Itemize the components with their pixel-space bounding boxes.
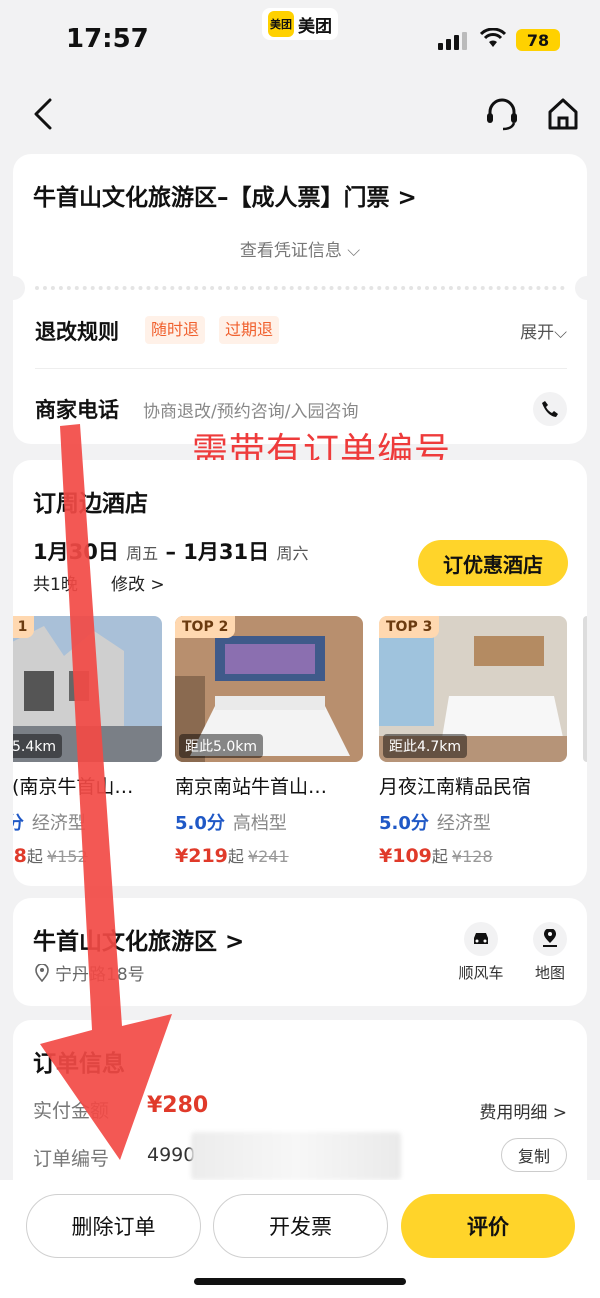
hotel-price: ¥219 bbox=[175, 845, 228, 867]
book-hotel-button[interactable]: 订优惠酒店 bbox=[418, 540, 568, 586]
price-unit: 起 bbox=[431, 847, 448, 866]
hotel-price: ¥138 bbox=[13, 845, 27, 867]
date-range[interactable]: 1月30日 周五 – 1月31日 周六 bbox=[33, 536, 308, 566]
ticket-divider bbox=[35, 286, 565, 290]
refund-tag: 随时退 bbox=[145, 316, 206, 344]
nights-count: 共1晚 bbox=[33, 575, 78, 595]
app-indicator: 美团 美团 bbox=[262, 8, 338, 40]
invoice-button[interactable]: 开发票 bbox=[213, 1194, 388, 1258]
divider bbox=[35, 368, 567, 369]
phone-icon bbox=[542, 401, 558, 417]
check-in-date: 1月30日 bbox=[33, 540, 119, 564]
hotel-type: 经济型 bbox=[31, 813, 86, 834]
wifi-icon bbox=[480, 28, 506, 47]
hotel-score: 5.0分 bbox=[175, 813, 225, 834]
place-title[interactable]: 牛首山文化旅游区 > bbox=[33, 922, 244, 956]
hotel-type: 高档型 bbox=[232, 813, 287, 834]
expand-rules-button[interactable]: 展开⌵ bbox=[520, 318, 567, 343]
hotel-rank-badge: TOP 1 bbox=[13, 616, 35, 638]
ticket-notch-left bbox=[1, 276, 25, 300]
place-card: 牛首山文化旅游区 > 宁丹路18号 顺风车 地图 bbox=[13, 898, 587, 1006]
ticket-notch-right bbox=[575, 276, 599, 300]
order-number-redacted bbox=[191, 1132, 401, 1180]
bottom-action-bar: 删除订单 开发票 评价 bbox=[0, 1180, 600, 1298]
map-icon bbox=[543, 929, 557, 947]
customer-service-icon[interactable] bbox=[484, 96, 520, 132]
hotel-item[interactable]: TOP 2 距此5.0km 南京南站牛首山… 5.0分 高档型 ¥219起 ¥241 bbox=[175, 616, 363, 867]
hotel-name: 月夜江南精品民宿 bbox=[379, 776, 532, 798]
signal-icon bbox=[438, 32, 467, 50]
home-icon[interactable] bbox=[546, 96, 580, 132]
hotel-distance: 距此5.4km bbox=[13, 734, 63, 758]
address-text: 宁丹路18号 bbox=[55, 965, 145, 985]
merchant-phone-label: 商家电话 bbox=[35, 398, 119, 422]
check-out-date: 1月31日 bbox=[183, 540, 270, 564]
home-indicator bbox=[194, 1278, 406, 1285]
hotel-item[interactable]: TOP 3 距此4.7km 月夜江南精品民宿 5.0分 经济型 ¥109起 ¥128 bbox=[379, 616, 567, 867]
hotel-name: 南京南站牛首山… bbox=[175, 776, 328, 798]
hotel-item[interactable]: TOP 1 距此5.4km 酒店(南京牛首山… 4.8分经济型 ¥138起¥15… bbox=[13, 616, 162, 867]
car-icon bbox=[474, 933, 488, 944]
copy-button[interactable]: 复制 bbox=[501, 1138, 567, 1172]
place-address: 宁丹路18号 bbox=[35, 960, 145, 985]
check-out-weekday: 周六 bbox=[276, 544, 309, 563]
hotel-score: 4.8分 bbox=[13, 813, 24, 834]
hotel-name: 酒店(南京牛首山… bbox=[13, 776, 134, 798]
ticket-card: 牛首山文化旅游区–【成人票】门票 > 查看凭证信息 ⌵ 退改规则 随时退 过期退… bbox=[1, 154, 599, 444]
next-hotel-peek bbox=[583, 616, 587, 762]
review-button[interactable]: 评价 bbox=[401, 1194, 575, 1258]
fee-detail-button[interactable]: 费用明细 > bbox=[479, 1098, 567, 1123]
hotel-original-price: ¥241 bbox=[247, 847, 289, 866]
order-number-label: 订单编号 bbox=[33, 1148, 110, 1170]
hotel-rank-badge: TOP 3 bbox=[379, 616, 440, 638]
location-pin-icon bbox=[35, 963, 49, 982]
voucher-toggle[interactable]: 查看凭证信息 ⌵ bbox=[13, 236, 587, 261]
price-unit: 起 bbox=[227, 847, 244, 866]
expiry-refund-tag: 过期退 bbox=[219, 316, 280, 344]
hotel-type: 经济型 bbox=[436, 813, 491, 834]
price-unit: 起 bbox=[26, 847, 43, 866]
meituan-logo-icon: 美团 bbox=[268, 11, 294, 37]
hotel-original-price: ¥152 bbox=[46, 847, 88, 866]
rideshare-label: 顺风车 bbox=[458, 964, 504, 982]
hotel-photo: TOP 1 距此5.4km bbox=[13, 616, 162, 762]
hotel-photo: TOP 2 距此5.0km bbox=[175, 616, 363, 762]
hotel-original-price: ¥128 bbox=[451, 847, 493, 866]
ticket-title[interactable]: 牛首山文化旅游区–【成人票】门票 > bbox=[33, 178, 417, 212]
hotel-distance: 距此5.0km bbox=[179, 734, 264, 758]
map-label: 地图 bbox=[534, 964, 565, 982]
paid-amount-value: ¥280 bbox=[147, 1093, 209, 1118]
hotel-price: ¥109 bbox=[379, 845, 432, 867]
refund-rule-label: 退改规则 bbox=[35, 320, 119, 344]
order-number-value: 4990 bbox=[147, 1144, 196, 1166]
modify-date-button[interactable]: 修改 > bbox=[111, 570, 165, 595]
map-button[interactable]: 地图 bbox=[520, 922, 580, 983]
date-dash: – bbox=[165, 540, 184, 564]
rideshare-button[interactable]: 顺风车 bbox=[451, 922, 511, 983]
order-info-title: 订单信息 bbox=[33, 1051, 125, 1077]
merchant-phone-desc: 协商退改/预约咨询/入园咨询 bbox=[143, 402, 359, 422]
hotel-distance: 距此4.7km bbox=[383, 734, 468, 758]
check-in-weekday: 周五 bbox=[126, 544, 159, 563]
app-name: 美团 bbox=[298, 16, 332, 37]
paid-amount-label: 实付金额 bbox=[33, 1100, 110, 1122]
hotel-photo: TOP 3 距此4.7km bbox=[379, 616, 567, 762]
phone-button[interactable] bbox=[533, 392, 567, 426]
back-icon[interactable] bbox=[30, 96, 60, 132]
hotel-rank-badge: TOP 2 bbox=[175, 616, 236, 638]
hotel-section-title: 订周边酒店 bbox=[33, 491, 148, 517]
hotel-card: 订周边酒店 1月30日 周五 – 1月31日 周六 共1晚 修改 > 订优惠酒店… bbox=[13, 460, 587, 886]
delete-order-button[interactable]: 删除订单 bbox=[26, 1194, 201, 1258]
battery-indicator: 78 bbox=[516, 29, 560, 51]
hotel-score: 5.0分 bbox=[379, 813, 429, 834]
status-time: 17:57 bbox=[66, 24, 149, 54]
